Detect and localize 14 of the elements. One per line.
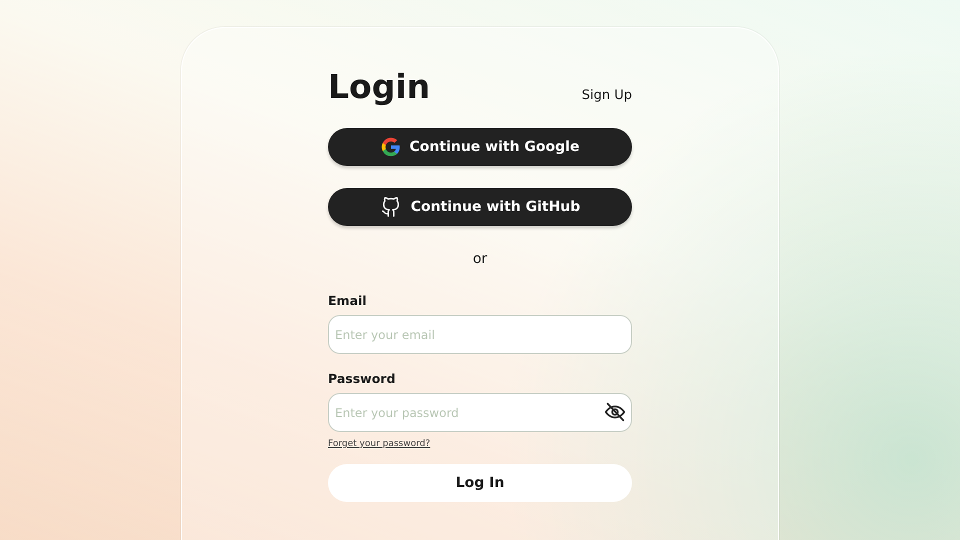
github-button[interactable]: Continue with GitHub	[328, 188, 632, 226]
google-button[interactable]: Continue with Google	[328, 128, 632, 166]
log-in-button[interactable]: Log In	[328, 464, 632, 502]
email-field[interactable]: Enter your email	[328, 315, 632, 354]
field-label: Email	[328, 293, 368, 308]
divider-text: or	[472, 251, 488, 267]
github-icon	[380, 196, 402, 218]
google-icon	[380, 137, 401, 157]
password-field[interactable]: Enter your password	[328, 393, 632, 432]
forgot-password-link[interactable]: Forget your password?	[328, 439, 430, 449]
field-label: Password	[328, 371, 396, 386]
page-title: Login	[328, 67, 430, 107]
eye-off-icon[interactable]	[604, 401, 626, 423]
sign-up-link[interactable]: Sign Up	[582, 88, 632, 103]
